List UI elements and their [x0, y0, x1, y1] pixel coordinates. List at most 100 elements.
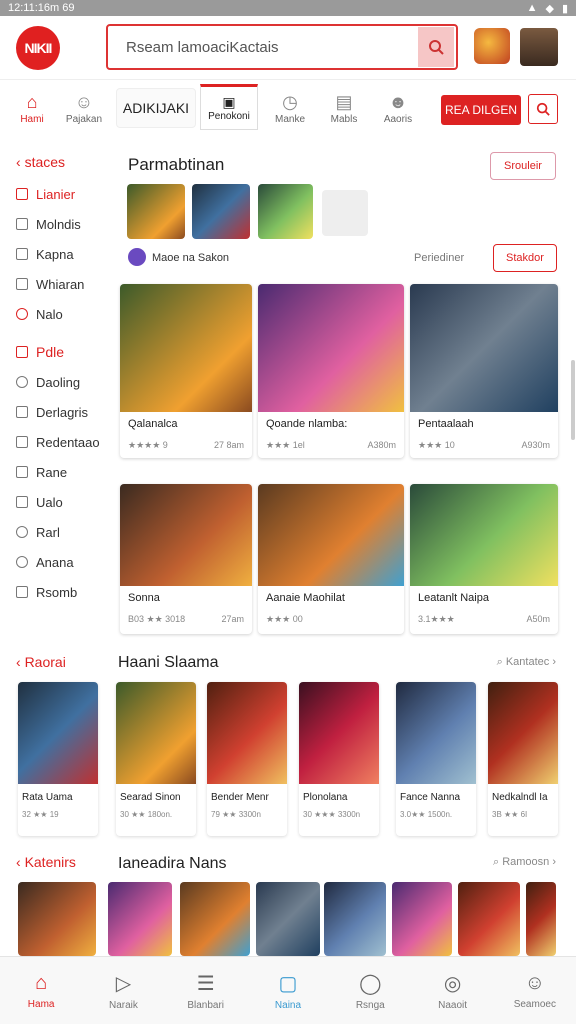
- creator-avatar: [128, 248, 146, 266]
- home-icon: ⌂: [35, 971, 48, 994]
- game-card[interactable]: [18, 882, 96, 956]
- game-card[interactable]: [108, 882, 172, 956]
- game-card[interactable]: Pentaalaah ★★★ 10 A930m: [410, 284, 558, 458]
- game-card[interactable]: [180, 882, 250, 956]
- creator-name[interactable]: Maoe na Sakon: [152, 252, 229, 264]
- sidebar-item[interactable]: Rarl: [0, 517, 112, 547]
- filter-label: Periediner: [414, 252, 465, 264]
- game-card[interactable]: Bender Menr 79 ★★ 3300n: [207, 682, 287, 836]
- bottom-nav-label: Rsnga: [355, 999, 385, 1011]
- sidebar-item[interactable]: Rsomb: [0, 577, 112, 607]
- chevron-left-icon: ‹: [16, 854, 25, 870]
- game-cover: [207, 682, 287, 784]
- calendar-icon: ▣: [222, 94, 236, 110]
- sidebar-item[interactable]: Whiaran: [0, 269, 112, 299]
- bottom-nav-play[interactable]: ▷ Naraik: [82, 957, 164, 1024]
- game-card[interactable]: Qalanalca ★★★★ 9 27 8am: [120, 284, 252, 458]
- status-time: 12:11:16m 69: [8, 2, 75, 14]
- game-card[interactable]: Fance Nanna 3.0★★ 1500n.: [396, 682, 476, 836]
- game-card[interactable]: [324, 882, 386, 956]
- sidebar-item[interactable]: Rane: [0, 457, 112, 487]
- card-size: 27am: [221, 614, 244, 624]
- sidebar-item[interactable]: Daoling: [0, 367, 112, 397]
- thumbnail[interactable]: [192, 184, 250, 239]
- game-card[interactable]: [526, 882, 556, 956]
- game-card[interactable]: [458, 882, 520, 956]
- sidebar-item[interactable]: Ualo: [0, 487, 112, 517]
- cta-button[interactable]: REA DILGEN: [441, 95, 521, 125]
- row-link[interactable]: ⌕ Ramoosn ›: [493, 856, 556, 869]
- card-meta: ★★★★ 9: [128, 440, 168, 450]
- wifi-icon: ◆: [545, 2, 554, 15]
- bottom-nav-home[interactable]: ⌂ Hama: [0, 957, 82, 1024]
- sidebar-item-label: Derlagris: [36, 404, 89, 420]
- sidebar-item[interactable]: Kapna: [0, 239, 112, 269]
- game-cover: [120, 284, 252, 412]
- status-bar: 12:11:16m 69 ▲ ◆ ▮: [0, 0, 576, 16]
- row-heading[interactable]: ‹ Katenirs: [16, 854, 76, 870]
- bottom-nav-box[interactable]: ▢ Naina: [247, 957, 329, 1024]
- search-input[interactable]: Rseam lamoaciKactais: [108, 39, 418, 56]
- nav-item-home[interactable]: ⌂ Hami: [4, 92, 60, 125]
- thumbnail[interactable]: [127, 184, 185, 239]
- sidebar-item[interactable]: Molndis: [0, 209, 112, 239]
- search-bar[interactable]: Rseam lamoaciKactais: [106, 24, 458, 70]
- sidebar-heading[interactable]: ‹ staces: [0, 145, 112, 179]
- game-card[interactable]: Qoande nlamba: ★★★ 1el A380m: [258, 284, 404, 458]
- sidebar-item[interactable]: Anana: [0, 547, 112, 577]
- sidebar-item[interactable]: Derlagris: [0, 397, 112, 427]
- bottom-nav-label: Seamoec: [513, 998, 556, 1010]
- nav-item-face[interactable]: ☻ Aaoris: [370, 92, 426, 125]
- signal-icon: ▲: [526, 2, 538, 14]
- user-icon: ☺: [524, 971, 546, 994]
- game-card[interactable]: Searad Sinon 30 ★★ 180on.: [116, 682, 196, 836]
- character-icon[interactable]: [322, 190, 368, 236]
- search-icon: [429, 40, 444, 55]
- tab-selected[interactable]: ▣ Penokoni: [200, 84, 258, 130]
- bottom-nav-user[interactable]: ☺ Seamoec: [494, 957, 576, 1024]
- row-link[interactable]: ⌕ Kantatec ›: [497, 656, 556, 669]
- card-meta: ★★★ 10: [418, 440, 455, 450]
- nav-item-clock[interactable]: ◷ Manke: [262, 92, 318, 125]
- bottom-nav-bell[interactable]: ◎ Naaoit: [411, 957, 493, 1024]
- bottom-nav-chat[interactable]: ◯ Rsnga: [329, 957, 411, 1024]
- search-icon: ⌕: [492, 856, 503, 868]
- app-logo[interactable]: NIKII: [16, 26, 60, 70]
- sidebar-item[interactable]: Redentaao: [0, 427, 112, 457]
- list-icon: ☰: [196, 972, 215, 995]
- nav-label: Manke: [274, 114, 305, 125]
- game-card[interactable]: Sonna B03 ★★ 3018 27am: [120, 484, 252, 634]
- game-cover: [18, 682, 98, 784]
- bottom-nav-list[interactable]: ☰ Blanbari: [165, 957, 247, 1024]
- search-button-small[interactable]: [528, 94, 558, 124]
- sidebar-item[interactable]: Nalo: [0, 299, 112, 329]
- game-card[interactable]: Leatanlt Naipa 3.1★★★ A50m: [410, 484, 558, 634]
- sidebar-item[interactable]: Pdle: [0, 337, 112, 367]
- sidebar-item[interactable]: Lianier: [0, 179, 112, 209]
- thumbnail[interactable]: [258, 184, 313, 239]
- chevron-left-icon: ‹: [16, 154, 25, 170]
- admin-button[interactable]: ADIKIJAKI: [116, 88, 196, 128]
- mascot-icon[interactable]: [474, 28, 510, 64]
- checkbox-icon: [16, 218, 28, 230]
- scrollbar[interactable]: [571, 360, 575, 440]
- card-title: Qalanalca: [128, 418, 178, 430]
- chart-icon: [16, 248, 28, 260]
- avatar[interactable]: [520, 28, 558, 66]
- row-heading[interactable]: ‹ Raorai: [16, 654, 66, 670]
- nav-item-image[interactable]: ▤ Mabls: [316, 92, 372, 125]
- search-button[interactable]: [418, 27, 454, 67]
- game-cover: [410, 484, 558, 586]
- game-card[interactable]: Nedkalndl Ia 3B ★★ 6I: [488, 682, 558, 836]
- featured-button[interactable]: Srouleir: [490, 152, 556, 180]
- edit-icon: [16, 278, 28, 290]
- nav-item-person[interactable]: ☺ Pajakan: [56, 92, 112, 125]
- game-card[interactable]: [256, 882, 320, 956]
- sidebar: ‹ staces Lianier Molndis Kapna Whiaran N…: [0, 145, 112, 615]
- game-card[interactable]: Rata Uama 32 ★★ 19: [18, 682, 98, 836]
- game-card[interactable]: [392, 882, 452, 956]
- search-icon: [16, 556, 28, 568]
- filter-button[interactable]: Stakdor: [493, 244, 557, 272]
- game-card[interactable]: Plonolana 30 ★★★ 3300n: [299, 682, 379, 836]
- game-card[interactable]: Aanaie Maohilat ★★★ 00: [258, 484, 404, 634]
